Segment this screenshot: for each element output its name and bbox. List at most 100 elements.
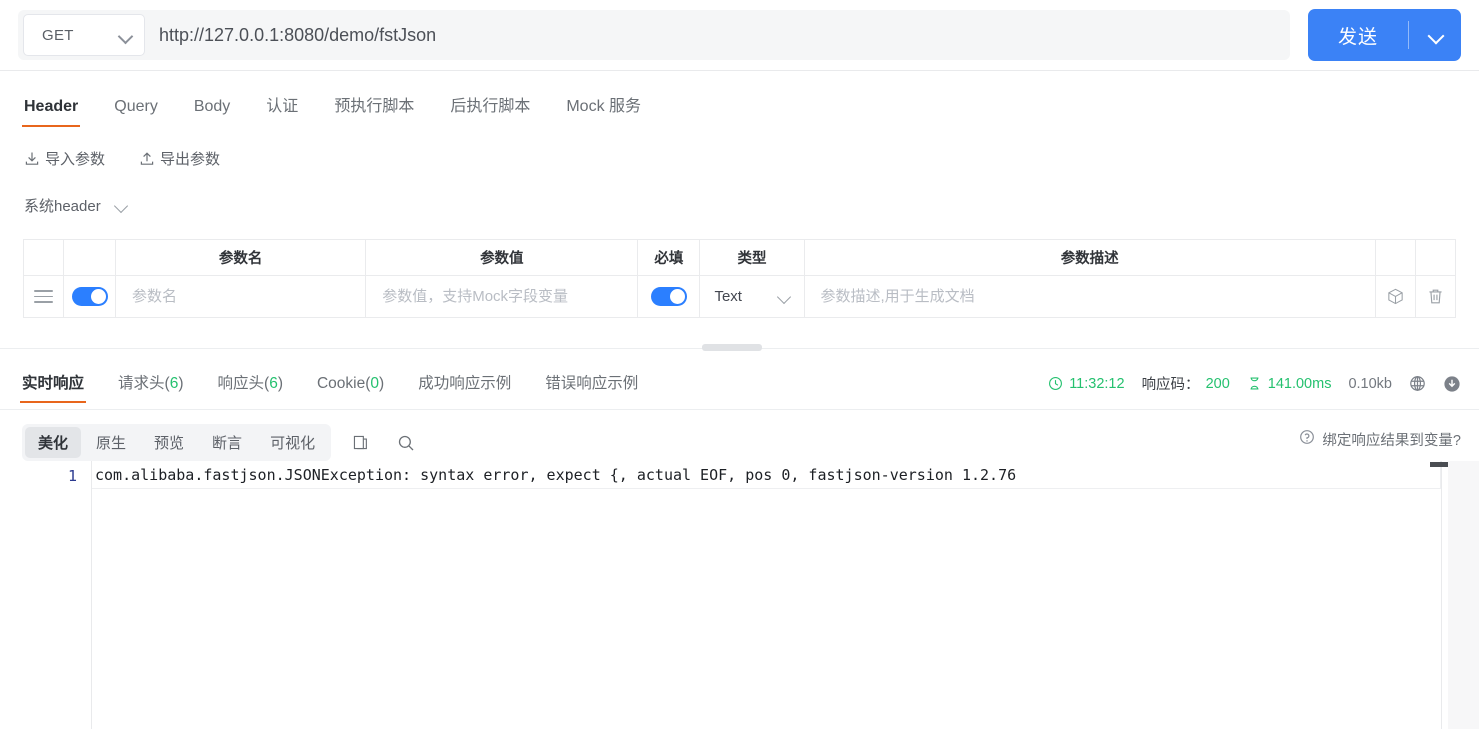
response-tabs-divider xyxy=(0,409,1479,410)
viewer-mode-segmented: 美化 原生 预览 断言 可视化 xyxy=(22,424,332,461)
import-params-button[interactable]: 导入参数 xyxy=(24,148,105,169)
col-box-action xyxy=(1374,239,1416,276)
tab-pre-script[interactable]: 预执行脚本 xyxy=(332,86,416,127)
tab-post-script[interactable]: 后执行脚本 xyxy=(448,86,532,127)
clock-icon xyxy=(1048,376,1063,391)
tab-mock-service[interactable]: Mock 服务 xyxy=(564,86,643,127)
code-line: com.alibaba.fastjson.JSONException: synt… xyxy=(92,461,1441,489)
code-right-panel xyxy=(1448,461,1479,729)
export-icon xyxy=(140,151,154,165)
params-table-body: Text xyxy=(22,275,1457,318)
response-code-value: 200 xyxy=(1205,375,1230,392)
param-type-value: Text xyxy=(714,288,742,305)
chevron-down-icon xyxy=(115,199,129,213)
col-delete-action xyxy=(1414,239,1457,276)
param-io-actions: 导入参数 导出参数 xyxy=(24,148,220,169)
network-button[interactable] xyxy=(1409,375,1426,392)
search-response-button[interactable] xyxy=(389,428,423,458)
cell-enabled xyxy=(63,275,117,318)
copy-icon xyxy=(353,435,367,450)
tab-auth[interactable]: 认证 xyxy=(264,86,300,127)
code-scrollbar-track[interactable] xyxy=(1441,461,1442,729)
response-headers-count: 6 xyxy=(269,375,278,392)
param-type-select[interactable]: Text xyxy=(700,276,803,317)
tab-query[interactable]: Query xyxy=(112,92,160,127)
response-duration-item: 141.00ms xyxy=(1247,376,1331,392)
response-tab-response-headers-label: 响应头 xyxy=(217,375,265,392)
response-tab-live-label: 实时响应 xyxy=(22,375,85,392)
request-bar: GET 发送 xyxy=(0,0,1479,70)
response-time-item: 11:32:12 xyxy=(1048,376,1125,392)
response-tab-request-headers-label: 请求头 xyxy=(118,375,165,392)
chevron-down-icon xyxy=(778,290,792,304)
col-required: 必填 xyxy=(637,239,701,276)
param-description-input[interactable] xyxy=(818,287,1361,306)
line-number: 1 xyxy=(67,467,77,485)
response-size-item: 0.10kb xyxy=(1348,376,1392,392)
system-header-toggle[interactable]: 系统header xyxy=(24,195,129,216)
http-method-value: GET xyxy=(42,26,74,44)
header-divider xyxy=(0,70,1479,71)
code-content[interactable]: com.alibaba.fastjson.JSONException: synt… xyxy=(92,461,1441,729)
response-tab-live[interactable]: 实时响应 xyxy=(20,366,87,403)
cell-description xyxy=(803,275,1376,318)
export-params-button[interactable]: 导出参数 xyxy=(139,148,220,169)
download-icon xyxy=(1443,375,1461,393)
send-options-button[interactable] xyxy=(1409,28,1461,43)
panel-splitter-handle[interactable] xyxy=(702,344,762,351)
response-status-bar: 11:32:12 响应码： 200 141.00ms 0.10kb xyxy=(1048,373,1461,394)
cell-param-name xyxy=(115,275,367,318)
request-headers-count: 6 xyxy=(169,375,179,392)
param-delete-button[interactable] xyxy=(1416,276,1455,317)
send-button-group[interactable]: 发送 xyxy=(1308,9,1461,61)
response-tab-error-example[interactable]: 错误响应示例 xyxy=(543,366,640,403)
col-param-value: 参数值 xyxy=(365,239,639,276)
row-enabled-toggle[interactable] xyxy=(71,287,108,306)
viewer-mode-pretty[interactable]: 美化 xyxy=(25,427,82,458)
viewer-mode-assert[interactable]: 断言 xyxy=(199,427,255,458)
hourglass-icon xyxy=(1247,376,1262,391)
import-icon xyxy=(25,152,39,165)
response-body-viewer: 1 com.alibaba.fastjson.JSONException: sy… xyxy=(0,461,1479,729)
url-bar: GET xyxy=(18,10,1290,60)
code-gutter: 1 xyxy=(0,461,92,729)
trash-icon xyxy=(1429,289,1442,304)
copy-response-button[interactable] xyxy=(343,428,377,458)
param-value-input[interactable] xyxy=(380,287,624,306)
http-method-select[interactable]: GET xyxy=(23,14,145,56)
param-name-input[interactable] xyxy=(130,287,352,306)
tab-header[interactable]: Header xyxy=(22,92,81,127)
bind-response-label: 绑定响应结果到变量? xyxy=(1322,433,1461,449)
response-tab-cookie[interactable]: Cookie(0) xyxy=(315,370,386,403)
send-button[interactable]: 发送 xyxy=(1308,22,1408,49)
params-table: 参数名 参数值 必填 类型 参数描述 参数名 参数值，支持Mock字段变量 Te… xyxy=(22,239,1457,318)
code-scrollbar-thumb[interactable] xyxy=(1430,462,1448,467)
bind-response-to-variable-button[interactable]: 绑定响应结果到变量? xyxy=(1299,429,1461,450)
row-required-toggle[interactable] xyxy=(650,287,687,306)
response-body-text: com.alibaba.fastjson.JSONException: synt… xyxy=(95,465,1017,484)
response-tab-response-headers[interactable]: 响应头(6) xyxy=(216,366,285,403)
col-drag xyxy=(22,239,65,276)
response-size-value: 0.10kb xyxy=(1348,375,1392,392)
response-tab-request-headers[interactable]: 请求头(6) xyxy=(116,366,185,403)
tab-body[interactable]: Body xyxy=(192,92,232,127)
system-header-label: 系统header xyxy=(24,198,101,215)
col-description: 参数描述 xyxy=(803,239,1376,276)
viewer-mode-raw[interactable]: 原生 xyxy=(83,427,139,458)
param-mock-button[interactable] xyxy=(1376,276,1415,317)
drag-handle[interactable] xyxy=(24,276,63,317)
chevron-down-icon xyxy=(1428,28,1443,43)
cookie-count: 0 xyxy=(370,375,380,392)
cell-required xyxy=(637,275,701,318)
url-input[interactable] xyxy=(145,24,1286,46)
response-tab-success-example[interactable]: 成功响应示例 xyxy=(416,366,513,403)
search-icon xyxy=(398,435,414,450)
download-response-button[interactable] xyxy=(1443,375,1461,393)
import-params-label: 导入参数 xyxy=(45,151,106,168)
cell-delete-action xyxy=(1414,275,1457,318)
cube-icon xyxy=(1388,288,1403,305)
viewer-mode-visualize[interactable]: 可视化 xyxy=(257,427,328,458)
cell-drag xyxy=(22,275,65,318)
cell-param-value xyxy=(365,275,639,318)
viewer-mode-preview[interactable]: 预览 xyxy=(141,427,197,458)
